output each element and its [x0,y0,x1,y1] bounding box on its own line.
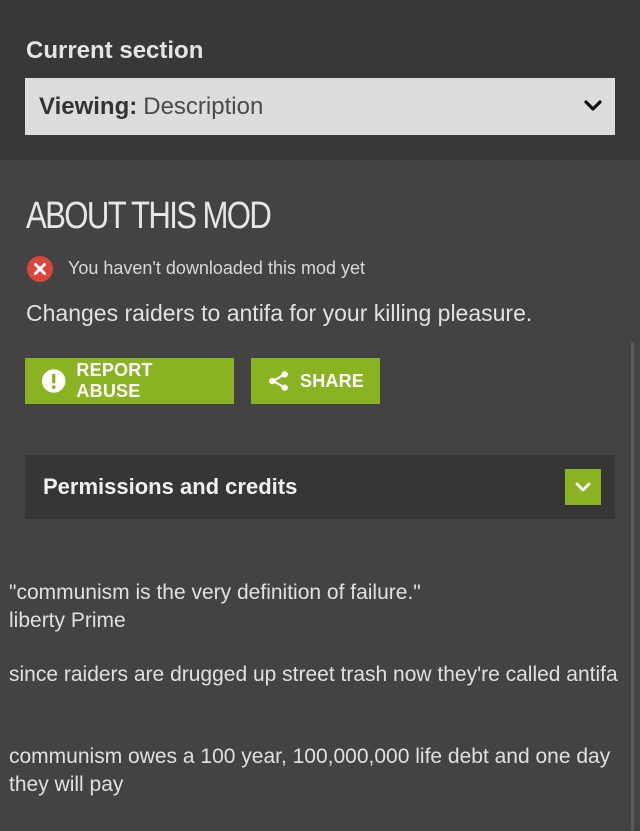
share-icon [269,371,288,391]
permissions-title: Permissions and credits [43,474,298,499]
chevron-down-icon [584,100,602,111]
current-section-label: Current section [26,37,204,64]
current-section-panel: Current section Viewing: Description [0,0,640,160]
permissions-accordion[interactable]: Permissions and credits [25,455,615,519]
description-quote: "communism is the very definition of fai… [9,581,421,604]
download-status: You haven't downloaded this mod yet [26,253,365,283]
select-value: Description [143,92,264,120]
description-quote-author: liberty Prime [9,609,126,632]
chevron-down-icon [575,482,591,492]
share-button[interactable]: SHARE [251,358,380,404]
share-label: SHARE [299,370,364,391]
permissions-toggle[interactable] [565,469,601,505]
error-x-icon [27,256,53,282]
scrollbar[interactable] [631,342,634,831]
download-status-text: You haven't downloaded this mod yet [68,257,365,278]
section-select[interactable]: Viewing: Description [25,78,615,135]
report-abuse-button[interactable]: REPORT ABUSE [25,358,234,404]
report-abuse-label: REPORT ABUSE [76,360,153,401]
mod-summary: Changes raiders to antifa for your killi… [26,300,533,326]
description-paragraph: since raiders are drugged up street tras… [9,663,618,686]
description-paragraph: communism owes a 100 year, 100,000,000 l… [9,745,611,796]
about-heading: ABOUT THIS MOD [26,195,272,237]
description-paragraph: "communism is the very definition of fai… [9,579,629,635]
exclamation-icon [41,369,66,393]
select-prefix: Viewing: [39,92,138,120]
